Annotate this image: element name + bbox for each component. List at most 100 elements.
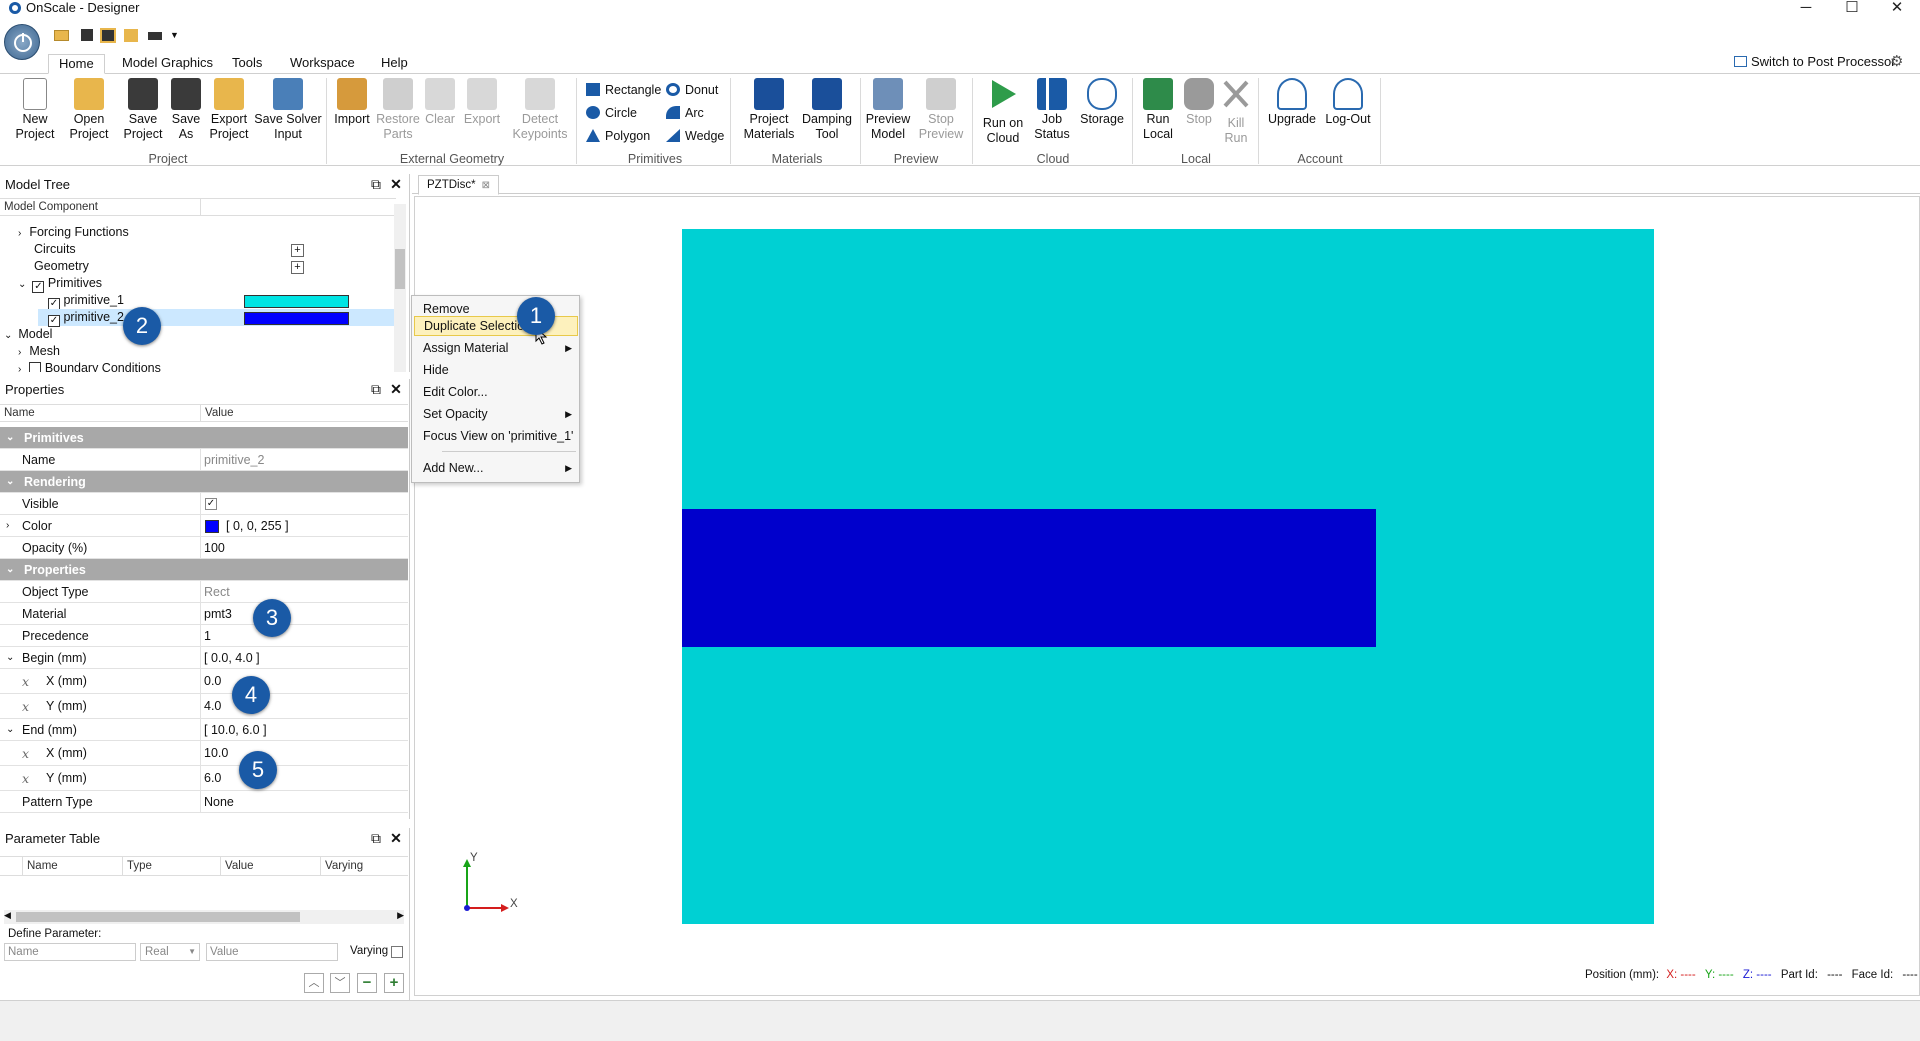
maximize-button[interactable]: ☐ <box>1829 0 1875 18</box>
polygon-button[interactable]: Polygon <box>586 128 650 144</box>
property-row[interactable]: Pattern Type None <box>0 791 408 813</box>
save-icon[interactable] <box>81 29 93 41</box>
close-button[interactable]: ✕ <box>1874 0 1920 18</box>
property-value[interactable]: 4.0 <box>204 694 221 719</box>
tree-item-primitive-1[interactable]: ✓ primitive_1 <box>48 292 124 310</box>
stop-button[interactable]: Stop <box>1180 78 1218 127</box>
color-swatch[interactable] <box>205 520 219 533</box>
export-project-button[interactable]: Export Project <box>206 78 252 142</box>
boundary-checkbox[interactable] <box>29 362 42 372</box>
property-row[interactable]: Y (mm) 𝑥 6.0 <box>0 766 408 791</box>
property-value[interactable]: Rect <box>204 581 230 603</box>
rectangle-button[interactable]: Rectangle <box>586 82 661 98</box>
storage-button[interactable]: Storage <box>1076 78 1128 127</box>
varying-checkbox[interactable] <box>391 946 403 958</box>
property-value[interactable]: [ 0.0, 4.0 ] <box>204 647 260 669</box>
property-row[interactable]: Precedence 1 <box>0 625 408 647</box>
param-value-input[interactable]: Value <box>206 943 338 961</box>
stop-preview-button[interactable]: Stop Preview <box>916 78 966 142</box>
tree-scrollbar-thumb[interactable] <box>395 249 405 289</box>
circle-button[interactable]: Circle <box>586 105 637 121</box>
expression-icon[interactable]: 𝑥 <box>22 741 29 766</box>
property-value[interactable]: 10.0 <box>204 741 228 766</box>
minimize-button[interactable]: ─ <box>1783 0 1829 18</box>
param-hscrollbar[interactable]: ◀ ▶ <box>4 910 404 924</box>
customize-qat-icon[interactable]: ▼ <box>170 30 179 40</box>
property-row[interactable]: X (mm) 𝑥 0.0 <box>0 669 408 694</box>
property-row[interactable]: Opacity (%) 100 <box>0 537 408 559</box>
menu-item-edit-color[interactable]: Edit Color... <box>414 382 578 402</box>
logout-button[interactable]: Log-Out <box>1320 78 1376 127</box>
property-row[interactable]: Object Type Rect <box>0 581 408 603</box>
property-row[interactable]: Y (mm) 𝑥 4.0 <box>0 694 408 719</box>
scroll-left-icon[interactable]: ◀ <box>4 910 11 921</box>
tab-home[interactable]: Home <box>48 54 105 74</box>
property-row[interactable]: Begin (mm) ⌄ [ 0.0, 4.0 ] <box>0 647 408 669</box>
save-all-icon[interactable] <box>100 28 116 43</box>
add-circuit-button[interactable]: + <box>291 244 304 257</box>
clear-button[interactable]: Clear <box>422 78 458 127</box>
chevron-down-icon[interactable]: ⌄ <box>6 719 14 741</box>
tree-scrollbar[interactable] <box>394 204 406 372</box>
tree-item-primitives[interactable]: ⌄ ✓ Primitives <box>18 275 102 293</box>
new-project-button[interactable]: New Project <box>12 78 58 142</box>
param-type-select[interactable]: Real ▼ <box>140 943 200 961</box>
tree-item-geometry[interactable]: Geometry <box>34 258 89 275</box>
open-project-button[interactable]: Open Project <box>66 78 112 142</box>
property-value[interactable]: primitive_2 <box>204 449 264 471</box>
upgrade-button[interactable]: Upgrade <box>1264 78 1320 127</box>
expression-icon[interactable]: 𝑥 <box>22 694 29 719</box>
param-name-input[interactable]: Name <box>4 943 136 961</box>
export-icon[interactable] <box>124 29 138 42</box>
print-icon[interactable] <box>148 32 162 40</box>
chevron-down-icon[interactable]: ⌄ <box>6 471 14 493</box>
chevron-right-icon[interactable]: › <box>6 515 9 537</box>
tree-item-circuits[interactable]: Circuits <box>34 241 76 258</box>
import-button[interactable]: Import <box>332 78 372 127</box>
property-row[interactable]: Material pmt3 <box>0 603 408 625</box>
property-row[interactable]: Color › [ 0, 0, 255 ] <box>0 515 408 537</box>
save-solver-input-button[interactable]: Save Solver Input <box>254 78 322 142</box>
job-status-button[interactable]: Job Status <box>1030 78 1074 142</box>
add-geometry-button[interactable]: + <box>291 261 304 274</box>
restore-parts-button[interactable]: Restore Parts <box>374 78 422 142</box>
move-down-button[interactable]: ﹀ <box>330 973 350 993</box>
graphics-viewport[interactable]: Y X Position (mm): X: ---- Y: ---- Z: --… <box>414 196 1920 996</box>
chevron-down-icon[interactable]: ⌄ <box>6 559 14 581</box>
expression-icon[interactable]: 𝑥 <box>22 766 29 791</box>
property-row[interactable]: Visible ✓ <box>0 493 408 515</box>
expression-icon[interactable]: 𝑥 <box>22 669 29 694</box>
primitive-2-rect[interactable] <box>682 509 1376 647</box>
run-local-button[interactable]: Run Local <box>1138 78 1178 142</box>
tab-tools[interactable]: Tools <box>222 54 272 74</box>
close-tab-icon[interactable]: ⊠ <box>482 180 490 191</box>
switch-to-post-processor[interactable]: Switch to Post Processor <box>1734 54 1896 69</box>
menu-item-set-opacity[interactable]: Set Opacity ▶ <box>414 404 578 424</box>
property-value[interactable]: 100 <box>204 537 225 559</box>
tab-workspace[interactable]: Workspace <box>280 54 365 74</box>
property-section-row[interactable]: Rendering ⌄ <box>0 471 408 493</box>
remove-parameter-button[interactable]: − <box>357 973 377 993</box>
param-scrollbar-thumb[interactable] <box>16 912 300 922</box>
float-panel-icon[interactable]: ⧉ <box>368 177 384 193</box>
tree-item-mesh[interactable]: › Mesh <box>18 343 60 360</box>
float-panel-icon[interactable]: ⧉ <box>368 831 384 847</box>
tree-item-boundary-conditions[interactable]: › Boundary Conditions <box>18 360 161 372</box>
menu-item-add-new[interactable]: Add New... ▶ <box>414 458 578 478</box>
scroll-right-icon[interactable]: ▶ <box>397 910 404 921</box>
property-row[interactable]: End (mm) ⌄ [ 10.0, 6.0 ] <box>0 719 408 741</box>
property-value[interactable]: pmt3 <box>204 603 232 625</box>
close-panel-icon[interactable]: ✕ <box>388 831 404 847</box>
damping-tool-button[interactable]: Damping Tool <box>800 78 854 142</box>
open-folder-icon[interactable] <box>54 30 69 41</box>
save-project-button[interactable]: Save Project <box>120 78 166 142</box>
tree-item-forcing-functions[interactable]: › Forcing Functions <box>18 224 129 241</box>
menu-item-hide[interactable]: Hide <box>414 360 578 380</box>
preview-model-button[interactable]: Preview Model <box>864 78 912 142</box>
close-panel-icon[interactable]: ✕ <box>388 177 404 193</box>
donut-button[interactable]: Donut <box>666 82 718 98</box>
settings-gear-icon[interactable]: ⚙ <box>1890 52 1903 70</box>
close-panel-icon[interactable]: ✕ <box>388 382 404 398</box>
property-section-row[interactable]: Properties ⌄ <box>0 559 408 581</box>
run-on-cloud-button[interactable]: Run on Cloud <box>978 78 1028 146</box>
